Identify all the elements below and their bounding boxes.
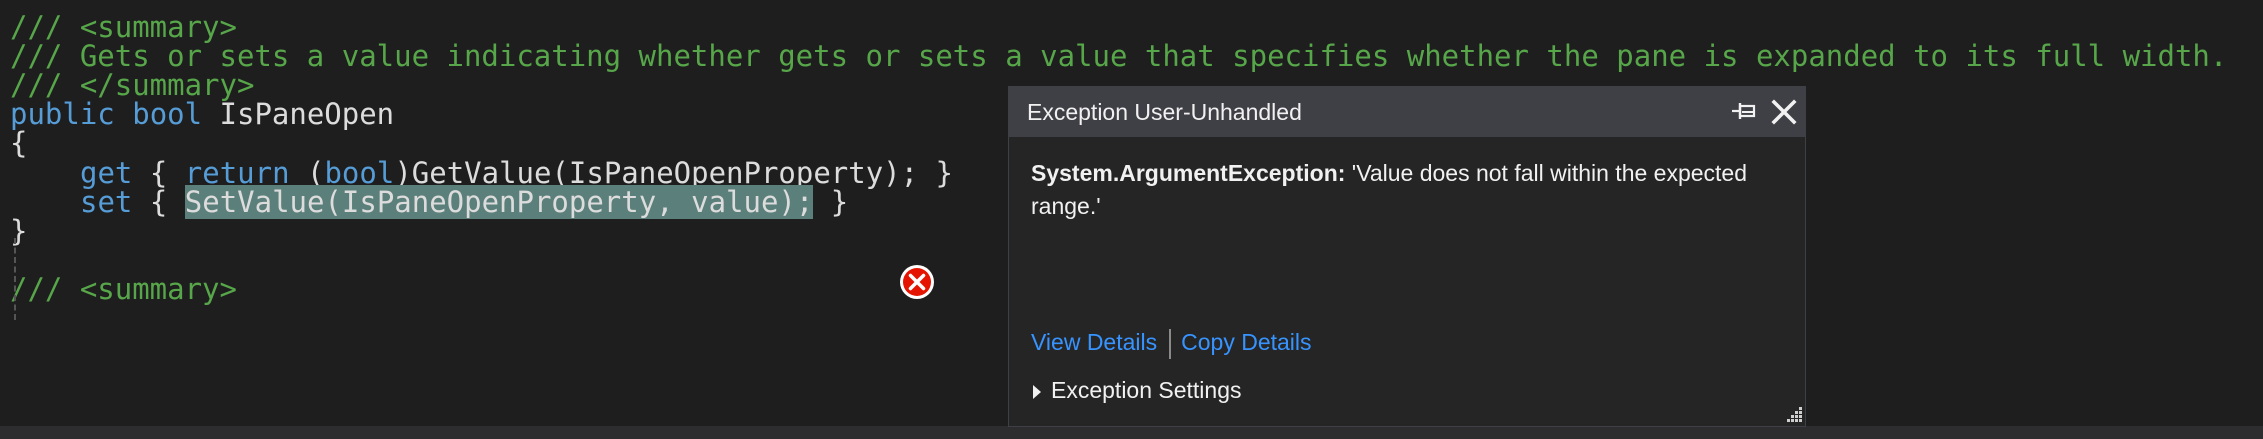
exception-popup: Exception User-Unhandled System.Argument… xyxy=(1008,86,1806,427)
indent-guide xyxy=(14,238,16,320)
expand-triangle-icon xyxy=(1033,384,1041,399)
close-icon[interactable] xyxy=(1771,99,1797,125)
code-line-2: /// Gets or sets a value indicating whet… xyxy=(10,39,2228,73)
code-line-5: { xyxy=(10,126,28,160)
popup-title: Exception User-Unhandled xyxy=(1027,99,1302,125)
exception-message: System.ArgumentException: 'Value does no… xyxy=(1031,157,1791,223)
copy-details-link[interactable]: Copy Details xyxy=(1181,329,1311,355)
link-divider xyxy=(1169,328,1172,359)
details-links: View Details Copy Details xyxy=(1031,325,1312,359)
code-line-8: } xyxy=(10,214,28,248)
keyword-set: set xyxy=(80,185,133,219)
code-text: } xyxy=(813,185,849,219)
exception-settings-label: Exception Settings xyxy=(1051,377,1242,403)
exception-type: System.ArgumentException: xyxy=(1031,160,1346,186)
next-line-strip xyxy=(0,426,2263,439)
exception-settings-toggle[interactable]: Exception Settings xyxy=(1031,373,1242,407)
code-line-10: /// <summary> xyxy=(10,272,237,306)
current-statement-highlight[interactable]: SetValue(IsPaneOpenProperty, value); xyxy=(184,185,814,219)
view-details-link[interactable]: View Details xyxy=(1031,329,1157,355)
resize-grip-icon[interactable] xyxy=(1783,403,1803,423)
code-line-7: set { SetValue(IsPaneOpenProperty, value… xyxy=(80,181,848,223)
code-text: { xyxy=(132,185,185,219)
pin-icon[interactable] xyxy=(1731,100,1757,124)
property-name: IsPaneOpen xyxy=(219,97,395,131)
error-icon[interactable] xyxy=(899,264,935,300)
code-line-4: public bool IsPaneOpen xyxy=(10,93,394,135)
keyword-bool: bool xyxy=(132,97,203,131)
popup-header: Exception User-Unhandled xyxy=(1009,87,1805,137)
